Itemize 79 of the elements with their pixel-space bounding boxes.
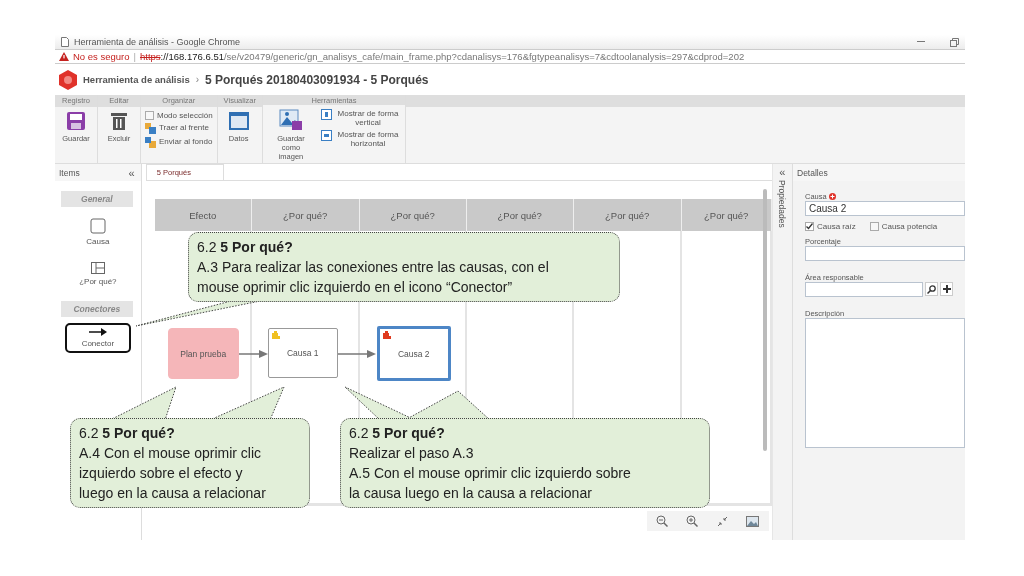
add-button[interactable]: [940, 282, 953, 296]
callout-text: A.4 Con el mouse oprimir clic: [79, 444, 263, 463]
callout-text: luego en la causa a relacionar: [79, 484, 267, 503]
ribbon-button[interactable]: Traer al frente: [145, 123, 213, 134]
page-icon: [61, 37, 69, 47]
table-icon: [90, 262, 105, 274]
callout-heading: 6.2 5 Por qué?: [79, 424, 176, 443]
restore-icon[interactable]: [950, 37, 959, 47]
area-input[interactable]: [805, 282, 923, 297]
section-header: Conectores: [61, 301, 133, 317]
section-header: General: [61, 191, 133, 207]
node-label: Causa 1: [286, 348, 319, 358]
checkbox-label: Causa raíz: [817, 222, 856, 231]
callout-text: la causa luego en la causa a relacionar: [349, 484, 593, 503]
window-title: Herramienta de análisis - Google Chrome: [74, 37, 241, 47]
palette-item[interactable]: Conector: [64, 323, 131, 353]
effect-node[interactable]: Plan prueba: [167, 328, 239, 379]
required-icon: [828, 193, 836, 200]
column-header: ¿Por qué?: [681, 199, 772, 231]
column-header: ¿Por qué?: [466, 199, 574, 231]
ribbon-button[interactable]: Mostrar de forma vertical: [321, 109, 401, 127]
zoom-out-icon[interactable]: [656, 515, 668, 527]
callout-heading: 6.2 5 Por qué?: [349, 424, 446, 443]
window-icon: [227, 111, 250, 131]
panel-title: Detalles: [797, 167, 828, 178]
scrollbar[interactable]: [762, 189, 767, 451]
column-header: ¿Por qué?: [573, 199, 682, 231]
cause-node[interactable]: Causa 2: [376, 326, 451, 381]
ribbon-button[interactable]: Enviar al fondo: [145, 137, 213, 148]
square-icon: [89, 218, 106, 234]
checkbox[interactable]: [805, 222, 814, 231]
checkbox-label: Modo selección: [157, 111, 213, 120]
callout-text: A.3 Para realizar las conexiones entre las causas, con el: [197, 258, 550, 277]
page-title: 5 Porqués 20180403091934 - 5 Porqués: [205, 72, 429, 87]
checkbox[interactable]: [145, 111, 154, 120]
image-icon[interactable]: [746, 515, 760, 527]
url-host: ://168.176.6.51: [160, 51, 224, 62]
url-scheme: https: [140, 51, 161, 62]
checkbox-label: Causa potencia: [881, 222, 938, 231]
node-label: Causa 2: [397, 348, 430, 359]
minimize-icon[interactable]: [917, 41, 925, 43]
callout-text: A.5 Con el mouse oprimir clic izquierdo sobre: [349, 464, 632, 483]
panel-title: Items: [59, 167, 80, 178]
trash-icon: [110, 111, 128, 131]
callout-text: izquierdo sobre el efecto y: [79, 464, 244, 483]
column-header: ¿Por qué?: [359, 199, 467, 231]
connector-arrow: [337, 349, 377, 359]
separator: |: [133, 51, 136, 62]
description-field[interactable]: [805, 318, 965, 448]
column-header: ¿Por qué?: [251, 199, 360, 231]
breadcrumb-separator: ›: [195, 74, 199, 85]
shrink-icon[interactable]: [717, 515, 728, 527]
layout-icon: [321, 109, 332, 120]
column-header: Efecto: [154, 199, 252, 231]
callout-text: Realizar el paso A.3: [349, 444, 475, 463]
cause-input[interactable]: Causa 2: [805, 201, 965, 216]
collapse-button[interactable]: «: [779, 166, 786, 178]
arrow-icon: [88, 328, 107, 336]
layers-icon: [145, 123, 156, 134]
collapse-button[interactable]: «: [128, 166, 135, 179]
ribbon-button[interactable]: Mostrar de forma horizontal: [321, 130, 401, 148]
callout-heading: 6.2 5 Por qué?: [197, 238, 294, 257]
cause-node[interactable]: Causa 1: [267, 328, 338, 378]
image-save-icon: [279, 109, 303, 131]
checkbox[interactable]: [869, 222, 879, 231]
search-button[interactable]: [925, 282, 938, 296]
security-label[interactable]: No es seguro: [73, 51, 130, 62]
app-logo-icon: [59, 69, 77, 90]
warning-icon: [59, 52, 69, 61]
breadcrumb-link[interactable]: Herramienta de análisis: [83, 74, 190, 85]
node-label: Plan prueba: [180, 348, 227, 359]
panel-title: Propiedades: [777, 180, 788, 228]
url-path: /se/v20479/generic/gn_analisys_cafe/main_frame.php?cdanalisys=176&fgtypeanalisys=7&cdtoolanalysis=297&cdprod=202: [224, 51, 745, 62]
percent-input[interactable]: [805, 246, 965, 261]
zoom-in-icon[interactable]: [686, 515, 699, 527]
layout-icon: [321, 130, 332, 141]
connector-arrow: [238, 349, 269, 359]
callout-text: mouse oprimir clic izquierdo en el icono “Conector”: [197, 278, 514, 297]
layers-icon: [145, 137, 156, 148]
